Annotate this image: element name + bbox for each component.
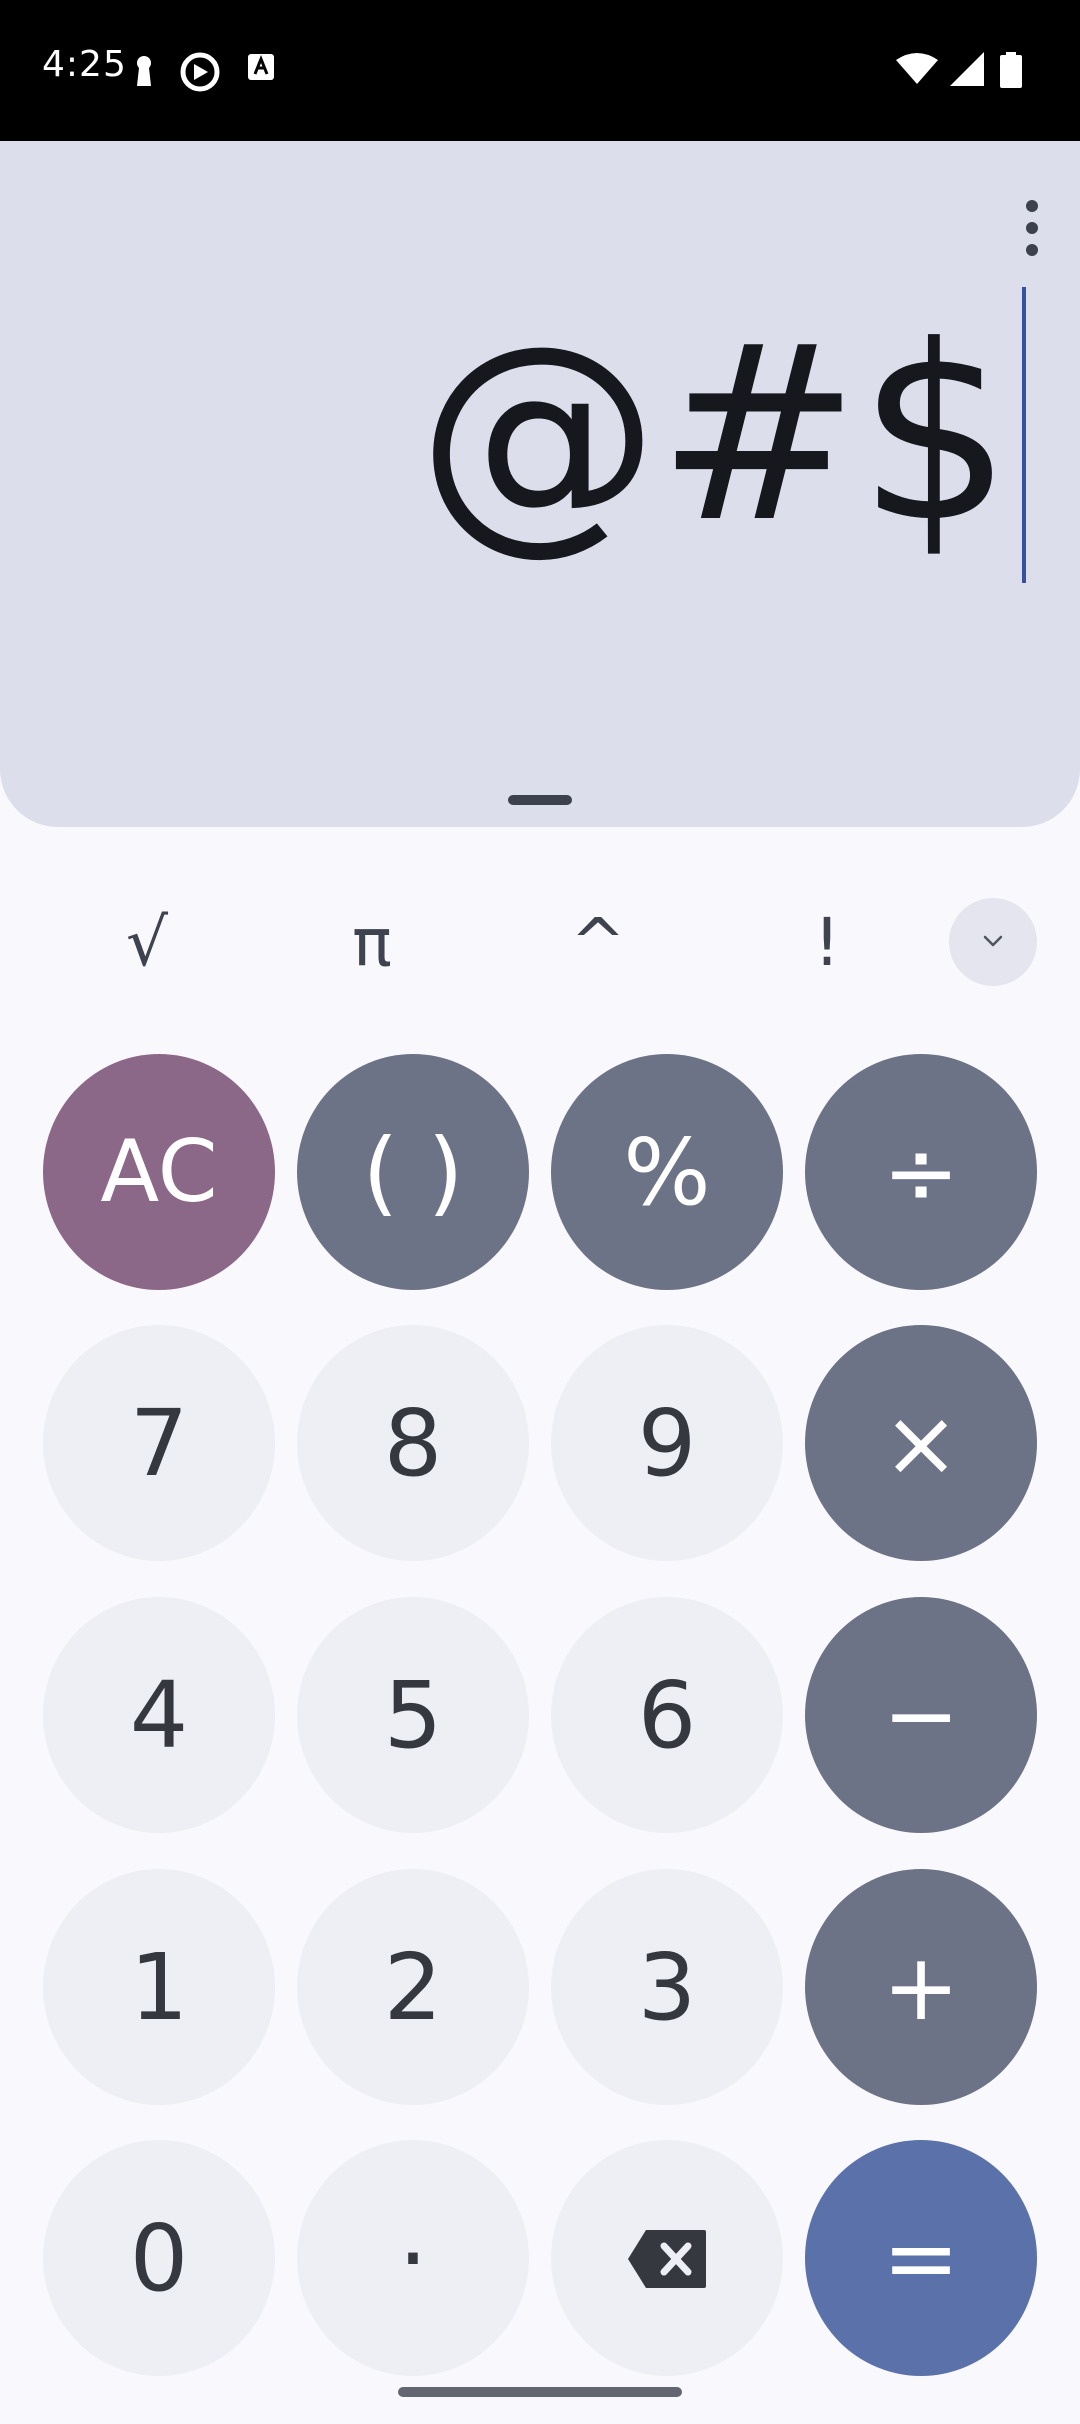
expand-scientific-button[interactable] — [949, 898, 1037, 986]
translate-icon — [246, 52, 282, 88]
status-bar: 4:25 — [0, 0, 1080, 141]
chevron-down-icon — [982, 933, 1004, 952]
calculator-display: @#$ — [0, 141, 1080, 827]
wifi-icon — [896, 52, 938, 90]
backspace-button[interactable] — [551, 2140, 783, 2376]
digit-2-button[interactable]: 2 — [297, 1869, 529, 2105]
digit-3-button[interactable]: 3 — [551, 1869, 783, 2105]
minus-button[interactable]: − — [805, 1597, 1037, 1833]
multiply-button[interactable]: × — [805, 1325, 1037, 1561]
backspace-icon — [626, 2205, 708, 2312]
digit-8-button[interactable]: 8 — [297, 1325, 529, 1561]
divide-button[interactable]: ÷ — [805, 1054, 1037, 1290]
digit-9-button[interactable]: 9 — [551, 1325, 783, 1561]
pi-button[interactable]: π — [302, 890, 442, 994]
digit-6-button[interactable]: 6 — [551, 1597, 783, 1833]
decimal-button[interactable]: · — [297, 2140, 529, 2376]
scientific-row: √ π ^ ! — [0, 890, 1080, 994]
signal-icon — [950, 52, 984, 90]
more-vert-icon — [1026, 200, 1038, 212]
percent-button[interactable]: % — [551, 1054, 783, 1290]
digit-4-button[interactable]: 4 — [43, 1597, 275, 1833]
status-time: 4:25 — [42, 44, 127, 85]
sync-icon — [180, 52, 220, 92]
equals-button[interactable]: = — [805, 2140, 1037, 2376]
more-options-button[interactable] — [1004, 183, 1060, 273]
parentheses-button[interactable]: ( ) — [297, 1054, 529, 1290]
keyhole-icon — [126, 52, 162, 88]
expression-field[interactable]: @#$ — [417, 287, 1026, 583]
more-vert-icon-dot — [1026, 244, 1038, 256]
status-system-icons — [896, 52, 1046, 88]
digit-1-button[interactable]: 1 — [43, 1869, 275, 2105]
gesture-nav-handle[interactable] — [398, 2387, 682, 2397]
clear-button[interactable]: AC — [43, 1054, 275, 1290]
digit-7-button[interactable]: 7 — [43, 1325, 275, 1561]
digit-5-button[interactable]: 5 — [297, 1597, 529, 1833]
expression-text[interactable]: @#$ — [417, 314, 1012, 556]
factorial-button[interactable]: ! — [757, 890, 897, 994]
display-drag-handle[interactable] — [508, 795, 572, 805]
power-button[interactable]: ^ — [528, 890, 668, 994]
battery-icon — [1000, 52, 1022, 92]
text-caret — [1022, 287, 1026, 583]
more-vert-icon-dot — [1026, 222, 1038, 234]
plus-button[interactable]: + — [805, 1869, 1037, 2105]
sqrt-button[interactable]: √ — [77, 890, 217, 994]
digit-0-button[interactable]: 0 — [43, 2140, 275, 2376]
